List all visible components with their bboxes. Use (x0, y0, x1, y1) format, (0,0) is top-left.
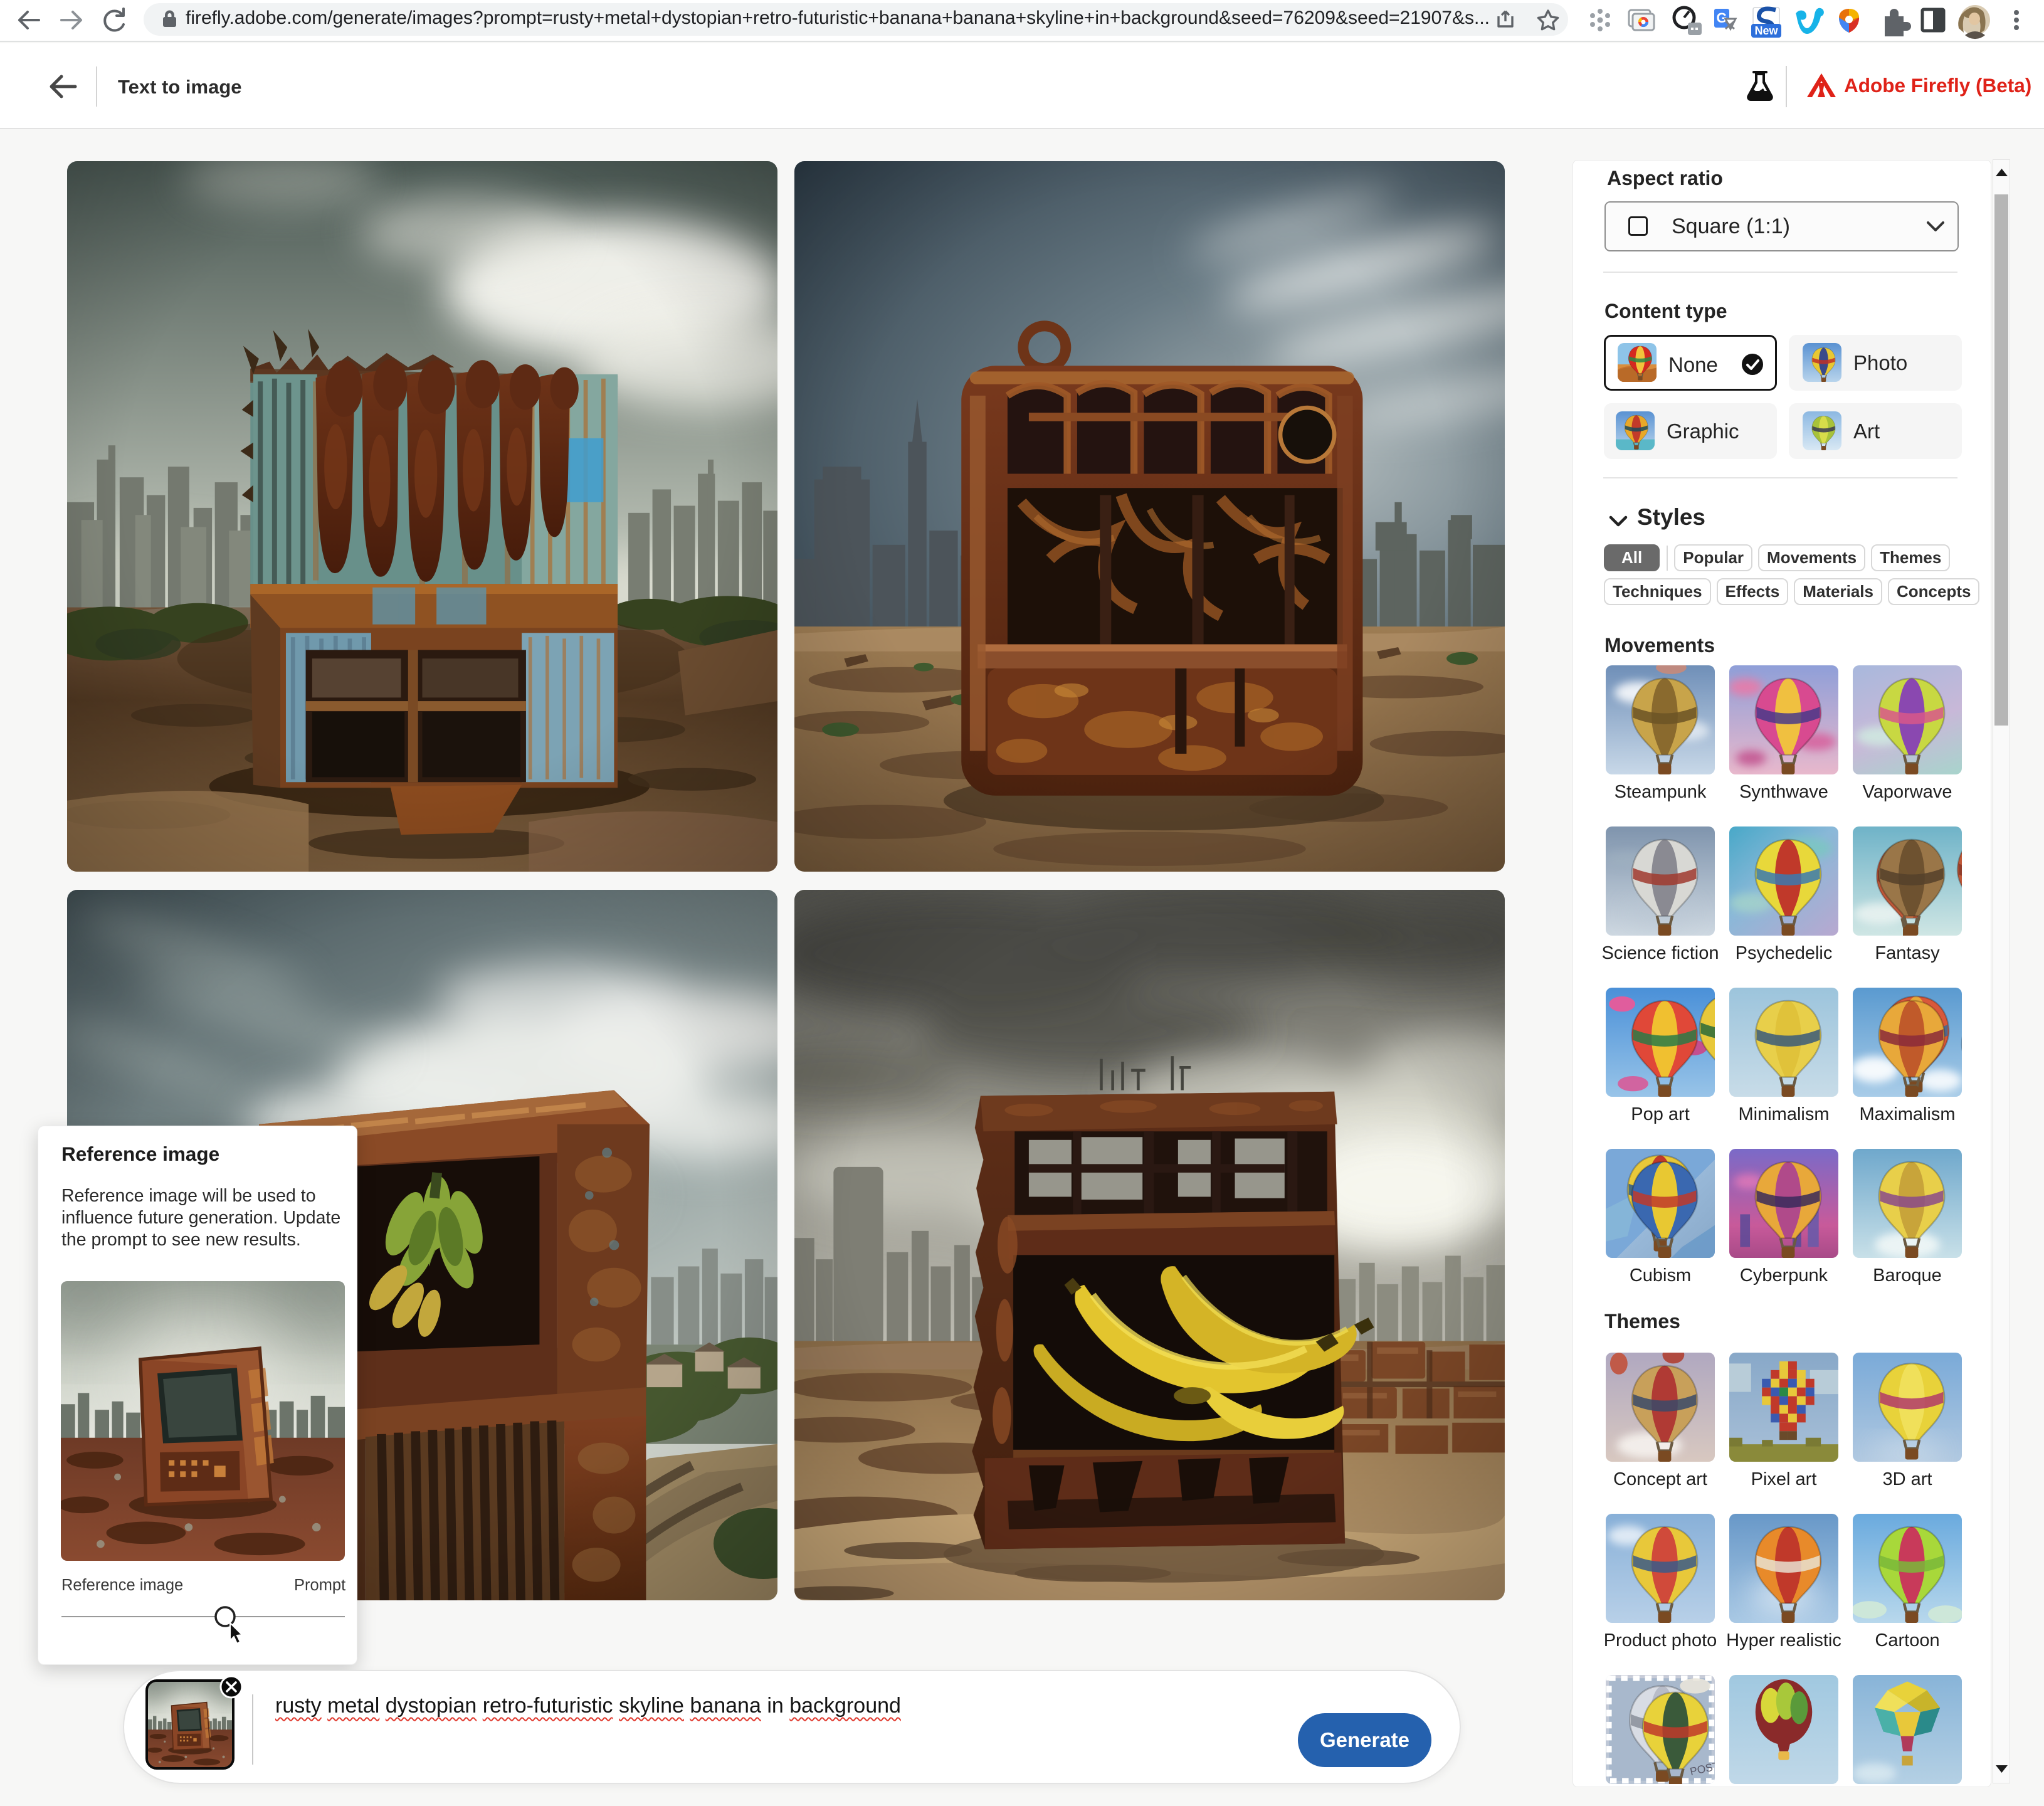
svg-text:New: New (1754, 24, 1778, 37)
